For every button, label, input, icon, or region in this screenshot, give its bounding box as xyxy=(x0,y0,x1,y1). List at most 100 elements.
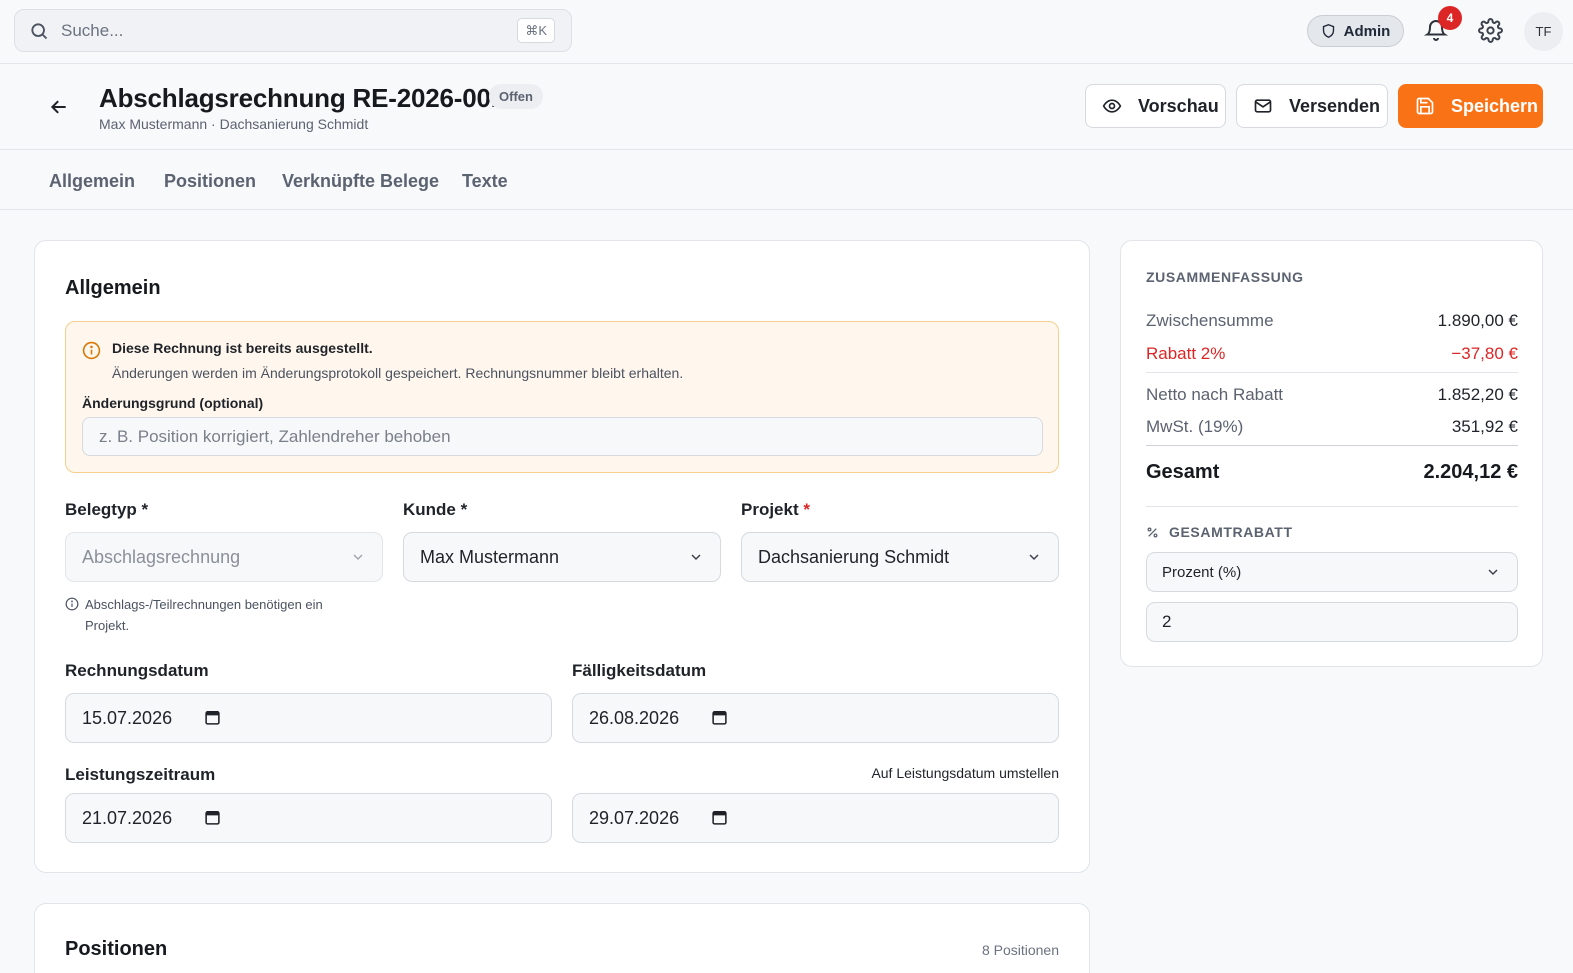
role-badge[interactable]: Admin xyxy=(1307,15,1404,47)
notification-badge: 4 xyxy=(1438,6,1462,30)
due-date-label: Fälligkeitsdatum xyxy=(572,661,707,680)
change-reason-input[interactable]: z. B. Position korrigiert, Zahlendreher … xyxy=(82,417,1043,456)
divider xyxy=(1146,445,1518,446)
tab-bar: Allgemein Positionen Verknüpfte Belege T… xyxy=(0,150,1573,210)
vat-row: MwSt. (19%) 351,92 € xyxy=(1146,417,1518,437)
back-arrow-icon[interactable] xyxy=(49,97,69,117)
discount-label: Rabatt 2% xyxy=(1146,344,1226,363)
divider xyxy=(1146,372,1518,373)
discount-type-select[interactable]: Prozent (%) xyxy=(1146,552,1518,592)
calendar-icon[interactable] xyxy=(711,709,728,726)
invoice-date-label: Rechnungsdatum xyxy=(65,661,209,680)
shield-icon xyxy=(1321,23,1336,39)
project-label: Projekt * xyxy=(741,500,810,520)
customer-value: Max Mustermann xyxy=(420,546,560,567)
subtotal-row: Zwischensumme 1.890,00 € xyxy=(1146,311,1518,331)
period-end-input[interactable]: 29.07.2026 xyxy=(572,793,1059,843)
chevron-down-icon xyxy=(350,549,366,565)
net-row: Netto nach Rabatt 1.852,20 € xyxy=(1146,385,1518,405)
tab-texte[interactable]: Texte xyxy=(462,171,508,192)
status-badge: Offen xyxy=(489,84,543,109)
discount-row: Rabatt 2% −37,80 € xyxy=(1146,344,1518,364)
search-input[interactable]: Suche... xyxy=(61,21,123,41)
issued-warning: Diese Rechnung ist bereits ausgestellt. … xyxy=(65,321,1059,473)
period-start-value: 21.07.2026 xyxy=(82,807,173,828)
invoice-date-value: 15.07.2026 xyxy=(82,707,173,728)
doc-type-hint-text: Abschlags-/Teilrechnungen benötigen ein … xyxy=(85,597,323,633)
discount-input-value: 2 xyxy=(1162,612,1172,631)
save-icon xyxy=(1415,96,1435,116)
vat-label: MwSt. (19%) xyxy=(1146,417,1244,436)
tab-positionen[interactable]: Positionen xyxy=(164,171,256,192)
invoice-date-input[interactable]: 15.07.2026 xyxy=(65,693,552,743)
net-value: 1.852,20 € xyxy=(1437,385,1518,404)
calendar-icon[interactable] xyxy=(204,709,221,726)
preview-button[interactable]: Vorschau xyxy=(1085,84,1226,128)
general-title: Allgemein xyxy=(65,277,161,299)
info-icon xyxy=(65,597,79,611)
tab-allgemein[interactable]: Allgemein xyxy=(49,171,135,192)
doc-type-value: Abschlagsrechnung xyxy=(82,546,241,567)
customer-select[interactable]: Max Mustermann xyxy=(403,532,721,582)
send-label: Versenden xyxy=(1289,95,1381,116)
warning-heading: Diese Rechnung ist bereits ausgestellt. xyxy=(112,340,373,356)
avatar[interactable]: TF xyxy=(1524,12,1563,51)
summary-card: ZUSAMMENFASSUNG Zwischensumme 1.890,00 €… xyxy=(1120,240,1543,667)
project-label-text: Projekt xyxy=(741,500,799,519)
mail-icon xyxy=(1253,96,1273,116)
discount-type-value: Prozent (%) xyxy=(1162,563,1242,581)
due-date-value: 26.08.2026 xyxy=(589,707,680,728)
customer-label: Kunde * xyxy=(403,500,468,519)
project-select[interactable]: Dachsanierung Schmidt xyxy=(741,532,1059,582)
preview-label: Vorschau xyxy=(1138,95,1219,116)
page-header: Abschlagsrechnung RE-2026-0011 Offen Max… xyxy=(0,64,1573,150)
save-button[interactable]: Speichern xyxy=(1398,84,1543,128)
top-bar: Suche... ⌘K Admin 4 TF xyxy=(0,0,1573,64)
vat-value: 351,92 € xyxy=(1451,417,1518,436)
chevron-down-icon xyxy=(1485,564,1501,580)
page-subtitle: Max Mustermann · Dachsanierung Schmidt xyxy=(99,116,369,132)
discount-value-input[interactable]: 2 xyxy=(1146,602,1518,642)
subtotal-label: Zwischensumme xyxy=(1146,311,1274,330)
search-box[interactable]: Suche... ⌘K xyxy=(14,9,572,52)
info-icon xyxy=(82,341,101,360)
total-discount-label: GESAMTRABATT xyxy=(1169,524,1293,540)
required-marker: * xyxy=(803,500,810,519)
total-discount-heading: GESAMTRABATT xyxy=(1146,524,1293,540)
total-row: Gesamt 2.204,12 € xyxy=(1146,461,1518,484)
calendar-icon[interactable] xyxy=(711,809,728,826)
warning-text: Änderungen werden im Änderungsprotokoll … xyxy=(112,365,684,381)
calendar-icon[interactable] xyxy=(204,809,221,826)
period-start-input[interactable]: 21.07.2026 xyxy=(65,793,552,843)
role-label: Admin xyxy=(1343,22,1391,40)
subtotal-value: 1.890,00 € xyxy=(1437,311,1518,330)
total-label: Gesamt xyxy=(1146,461,1220,483)
chevron-down-icon xyxy=(1026,549,1042,565)
page-title: Abschlagsrechnung RE-2026-0011 xyxy=(99,83,518,113)
save-label: Speichern xyxy=(1451,95,1539,116)
change-reason-label: Änderungsgrund (optional) xyxy=(82,395,264,411)
positions-count: 8 Positionen xyxy=(981,942,1059,958)
due-date-input[interactable]: 26.08.2026 xyxy=(572,693,1059,743)
service-period-label: Leistungszeitraum xyxy=(65,765,216,784)
send-button[interactable]: Versenden xyxy=(1236,84,1388,128)
summary-heading: ZUSAMMENFASSUNG xyxy=(1146,269,1304,285)
chevron-down-icon xyxy=(688,549,704,565)
search-icon xyxy=(29,21,49,41)
doc-type-hint: Abschlags-/Teilrechnungen benötigen ein … xyxy=(65,594,355,636)
gear-icon[interactable] xyxy=(1478,18,1503,43)
period-end-value: 29.07.2026 xyxy=(589,807,680,828)
discount-value: −37,80 € xyxy=(1451,344,1518,363)
doc-type-select[interactable]: Abschlagsrechnung xyxy=(65,532,383,582)
switch-to-service-date-link[interactable]: Auf Leistungsdatum umstellen xyxy=(871,765,1059,781)
tab-verknuepfte-belege[interactable]: Verknüpfte Belege xyxy=(282,171,439,192)
search-shortcut: ⌘K xyxy=(517,18,555,43)
doc-type-label: Belegtyp * xyxy=(65,500,149,519)
net-label: Netto nach Rabatt xyxy=(1146,385,1284,404)
divider xyxy=(1146,506,1518,507)
eye-icon xyxy=(1102,96,1122,116)
positions-card: Positionen 8 Positionen xyxy=(34,903,1090,973)
total-value: 2.204,12 € xyxy=(1423,461,1518,483)
positions-title: Positionen xyxy=(65,938,168,960)
project-value: Dachsanierung Schmidt xyxy=(758,546,950,567)
